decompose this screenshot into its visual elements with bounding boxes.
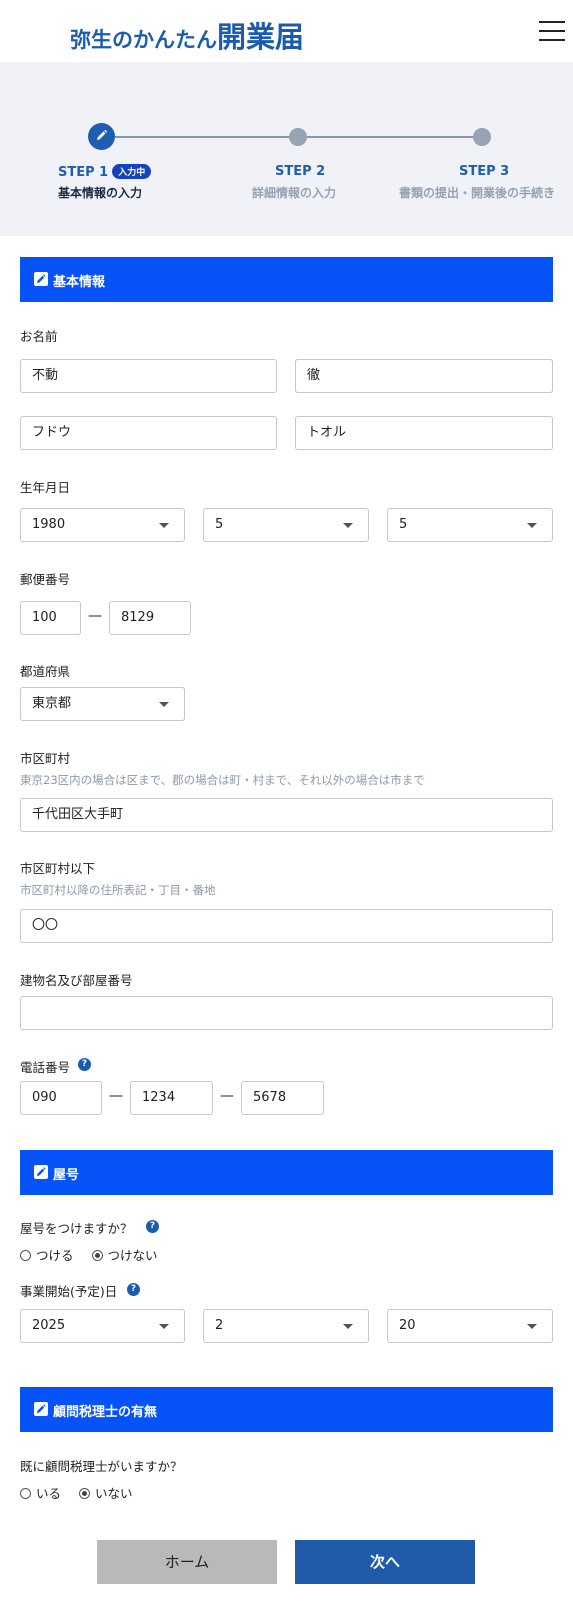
step-1-title: STEP 1 入力中 <box>58 164 152 180</box>
tax-advisor-question: 既に顧問税理士がいますか？ <box>20 1459 183 1474</box>
next-button[interactable]: 次へ <box>295 1540 475 1584</box>
birth-day-select[interactable]: 5 <box>387 508 553 542</box>
tax-advisor-option-no[interactable]: いない <box>79 1483 133 1502</box>
radio-checked[interactable] <box>79 1488 90 1499</box>
edit-icon <box>34 272 48 286</box>
phone-label: 電話番号 <box>20 1060 71 1075</box>
chevron-down-icon <box>159 702 169 707</box>
trade-name-radio-group: つける つけない <box>20 1245 172 1264</box>
option-label: つける <box>36 1248 74 1263</box>
trade-name-option-yes[interactable]: つける <box>20 1245 74 1264</box>
start-year-select[interactable]: 2025 <box>20 1309 185 1343</box>
step-3-title: STEP 3 <box>459 164 510 179</box>
birth-year-select[interactable]: 1980 <box>20 508 185 542</box>
city-label: 市区町村 <box>20 751 71 766</box>
header: 弥生のかんたん開業届 <box>0 0 573 62</box>
start-day-value: 20 <box>399 1318 416 1333</box>
start-month-value: 2 <box>215 1318 224 1333</box>
radio-unchecked[interactable] <box>20 1250 31 1261</box>
city-field[interactable]: 千代田区大手町 <box>20 798 553 832</box>
logo-big-text: 開業届 <box>217 20 305 54</box>
prefecture-label: 都道府県 <box>20 664 71 679</box>
birth-day-value: 5 <box>399 517 408 532</box>
section-basic-info: 基本情報 <box>20 257 553 302</box>
trade-name-option-no[interactable]: つけない <box>91 1245 158 1264</box>
birth-month-select[interactable]: 5 <box>203 508 369 542</box>
option-label: つけない <box>107 1248 158 1263</box>
start-date-label: 事業開始(予定)日 <box>20 1284 118 1299</box>
chevron-down-icon <box>527 523 537 528</box>
phone-dash-1: — <box>109 1088 123 1104</box>
address-field[interactable]: 〇〇 <box>20 909 553 943</box>
prefecture-select[interactable]: 東京都 <box>20 687 185 721</box>
step-2-subtitle: 詳細情報の入力 <box>252 186 337 200</box>
birth-month-value: 5 <box>215 517 224 532</box>
pencil-icon <box>97 129 108 140</box>
phone-2-field[interactable]: 1234 <box>130 1081 213 1115</box>
home-button[interactable]: ホーム <box>97 1540 277 1584</box>
name-label: お名前 <box>20 329 58 344</box>
postal-code-2-field[interactable]: 8129 <box>109 601 191 635</box>
app-logo[interactable]: 弥生のかんたん開業届 <box>70 14 304 56</box>
phone-dash-2: — <box>220 1088 234 1104</box>
help-icon[interactable]: ? <box>127 1283 140 1296</box>
step-3-marker <box>473 128 491 146</box>
last-name-kana-field[interactable]: フドウ <box>20 416 277 450</box>
step-indicator: STEP 1 入力中 基本情報の入力 STEP 2 詳細情報の入力 STEP 3 … <box>0 62 573 236</box>
start-month-select[interactable]: 2 <box>203 1309 369 1343</box>
status-badge: 入力中 <box>112 164 152 179</box>
edit-icon <box>34 1402 48 1416</box>
first-name-kana-field[interactable]: トオル <box>295 416 553 450</box>
step-2-marker <box>289 128 307 146</box>
option-label: いる <box>36 1486 62 1501</box>
birth-year-value: 1980 <box>32 517 66 532</box>
postal-label: 郵便番号 <box>20 572 71 587</box>
section-title: 基本情報 <box>53 275 106 290</box>
step-1-label: STEP 1 <box>58 165 109 180</box>
building-field[interactable] <box>20 996 553 1030</box>
last-name-field[interactable]: 不動 <box>20 359 277 393</box>
step-2-title: STEP 2 <box>275 164 326 179</box>
chevron-down-icon <box>343 1324 353 1329</box>
help-icon[interactable]: ? <box>78 1058 91 1071</box>
radio-unchecked[interactable] <box>20 1488 31 1499</box>
postal-dash: — <box>88 608 102 624</box>
start-year-value: 2025 <box>32 1318 66 1333</box>
start-day-select[interactable]: 20 <box>387 1309 553 1343</box>
step-3-subtitle: 書類の提出・開業後の手続き <box>399 186 556 200</box>
step-connector <box>307 136 479 138</box>
chevron-down-icon <box>159 1324 169 1329</box>
building-label: 建物名及び部屋番号 <box>20 973 133 988</box>
address-hint: 市区町村以降の住所表記・丁目・番地 <box>20 883 216 897</box>
help-icon[interactable]: ? <box>146 1220 159 1233</box>
first-name-field[interactable]: 徹 <box>295 359 553 393</box>
logo-small-text: 弥生のかんたん <box>70 28 217 52</box>
birthdate-label: 生年月日 <box>20 480 71 495</box>
prefecture-value: 東京都 <box>32 696 72 711</box>
address-label: 市区町村以下 <box>20 861 96 876</box>
option-label: いない <box>95 1486 133 1501</box>
postal-code-1-field[interactable]: 100 <box>20 601 81 635</box>
menu-icon[interactable] <box>539 21 565 41</box>
step-1-subtitle: 基本情報の入力 <box>58 186 143 200</box>
radio-checked[interactable] <box>91 1250 103 1261</box>
section-trade-name: 屋号 <box>20 1150 553 1195</box>
trade-name-question: 屋号をつけますか？ <box>20 1221 133 1236</box>
section-title: 顧問税理士の有無 <box>53 1405 158 1420</box>
phone-3-field[interactable]: 5678 <box>241 1081 324 1115</box>
tax-advisor-option-yes[interactable]: いる <box>20 1483 61 1502</box>
chevron-down-icon <box>343 523 353 528</box>
step-1-marker <box>88 123 115 150</box>
section-tax-advisor: 顧問税理士の有無 <box>20 1387 553 1432</box>
city-hint: 東京23区内の場合は区まで、郡の場合は町・村まで、それ以外の場合は市まで <box>20 773 425 787</box>
chevron-down-icon <box>527 1324 537 1329</box>
tax-advisor-radio-group: いる いない <box>20 1483 147 1502</box>
phone-1-field[interactable]: 090 <box>20 1081 102 1115</box>
chevron-down-icon <box>159 523 169 528</box>
step-connector <box>115 136 298 138</box>
section-title: 屋号 <box>53 1168 80 1183</box>
edit-icon <box>34 1165 48 1179</box>
